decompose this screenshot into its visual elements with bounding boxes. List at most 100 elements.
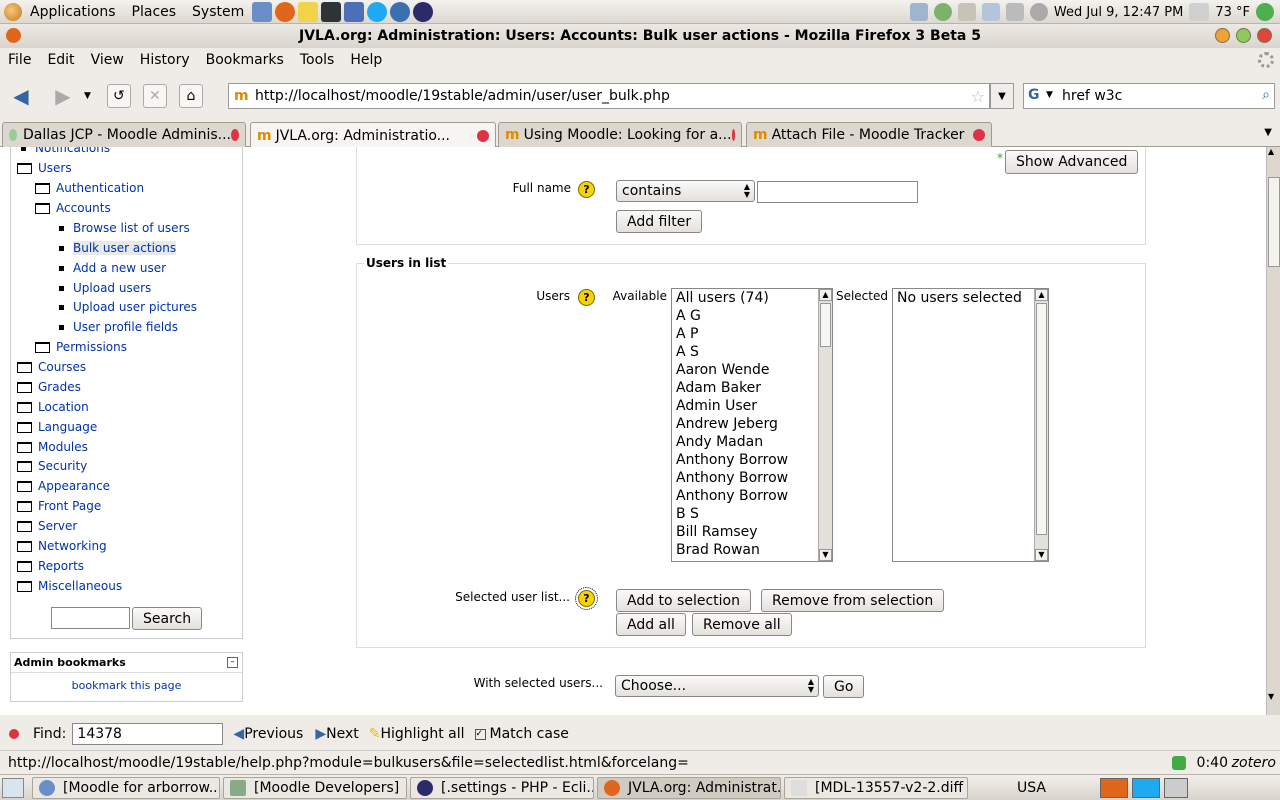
- bookmark-star-icon[interactable]: ☆: [971, 87, 985, 106]
- help-icon[interactable]: ?: [578, 289, 595, 306]
- search-go-icon[interactable]: ⌕: [1262, 87, 1270, 103]
- scroll-thumb[interactable]: [1036, 303, 1047, 535]
- firefox-window-icon[interactable]: [6, 28, 21, 43]
- list-item[interactable]: Andrew Jeberg: [672, 415, 832, 433]
- next-arrow-icon[interactable]: ▶: [315, 726, 326, 742]
- menu-tools[interactable]: Tools: [292, 52, 343, 68]
- task-moodle-developers[interactable]: [Moodle Developers]: [223, 776, 407, 799]
- sidebar-item-grades[interactable]: Grades: [17, 380, 81, 394]
- highlight-all-button[interactable]: Highlight all: [381, 726, 465, 742]
- sidebar-item-miscellaneous[interactable]: Miscellaneous: [17, 579, 122, 593]
- sidebar-item-add-new-user[interactable]: Add a new user: [59, 261, 166, 275]
- sidebar-item-permissions[interactable]: Permissions: [35, 340, 127, 354]
- skype-launcher-icon[interactable]: [367, 1, 388, 22]
- match-case-checkbox[interactable]: ✓: [474, 728, 486, 740]
- scroll-down-icon[interactable]: ▼: [819, 549, 832, 561]
- list-item[interactable]: A S: [672, 343, 832, 361]
- close-findbar-icon[interactable]: [9, 729, 19, 739]
- add-filter-button[interactable]: Add filter: [616, 210, 703, 233]
- reload-button[interactable]: ↺: [106, 84, 131, 108]
- help-icon[interactable]: ?: [578, 181, 595, 198]
- sidebar-item-upload-user-pictures[interactable]: Upload user pictures: [59, 300, 197, 314]
- list-item[interactable]: Adam Baker: [672, 379, 832, 397]
- match-case-label[interactable]: Match case: [490, 726, 569, 742]
- sidebar-item-accounts[interactable]: Accounts: [35, 201, 111, 215]
- tab-using-moodle[interactable]: m Using Moodle: Looking for a...: [498, 122, 742, 147]
- page-scroll-thumb[interactable]: [1268, 177, 1280, 267]
- sidebar-item-bulk-user-actions[interactable]: Bulk user actions: [59, 241, 177, 255]
- clock-applet-icon[interactable]: [909, 3, 928, 21]
- sidebar-item-server[interactable]: Server: [17, 519, 77, 533]
- sidebar-item-location[interactable]: Location: [17, 400, 89, 414]
- sidebar-item-networking[interactable]: Networking: [17, 539, 107, 553]
- url-text[interactable]: http://localhost/moodle/19stable/admin/u…: [255, 88, 670, 104]
- home-button[interactable]: ⌂: [178, 84, 203, 108]
- search-text[interactable]: href w3c: [1062, 88, 1122, 104]
- keyboard-layout[interactable]: USA: [1017, 780, 1046, 796]
- list-item[interactable]: Anthony Borrow: [672, 487, 832, 505]
- sidebar-item-browse-users[interactable]: Browse list of users: [59, 221, 190, 235]
- tab-close-icon[interactable]: [973, 129, 985, 141]
- add-all-button[interactable]: Add all: [616, 613, 686, 636]
- fullname-operator-select[interactable]: contains ▲ ▼: [616, 180, 755, 202]
- help-icon[interactable]: ?: [575, 587, 598, 610]
- task-diff-file[interactable]: [MDL-13557-v2-2.diff ...: [784, 776, 968, 799]
- tab-jvla-admin[interactable]: m JVLA.org: Administratio...: [250, 122, 496, 148]
- find-previous-button[interactable]: Previous: [244, 726, 303, 742]
- search-applet-icon[interactable]: [957, 3, 976, 21]
- scroll-up-icon[interactable]: ▲: [819, 289, 832, 301]
- text-editor-launcher-icon[interactable]: [298, 1, 319, 22]
- list-item[interactable]: B S: [672, 505, 832, 523]
- show-advanced-button[interactable]: Show Advanced: [1005, 150, 1139, 174]
- sidebar-item-notifications[interactable]: Notifications: [21, 147, 110, 155]
- url-dropdown-button[interactable]: ▼: [990, 83, 1014, 109]
- remove-from-selection-button[interactable]: Remove from selection: [761, 589, 945, 612]
- scroll-up-icon[interactable]: ▲: [1268, 147, 1274, 156]
- url-bar[interactable]: m http://localhost/moodle/19stable/admin…: [228, 83, 990, 109]
- temperature[interactable]: 73 °F: [1215, 5, 1250, 20]
- minimize-icon[interactable]: [1215, 28, 1230, 43]
- applications-menu[interactable]: Applications: [22, 4, 124, 20]
- status-timer[interactable]: 0:40: [1197, 755, 1228, 771]
- sidebar-item-reports[interactable]: Reports: [17, 559, 84, 573]
- remove-all-button[interactable]: Remove all: [692, 613, 792, 636]
- tab-close-icon[interactable]: [477, 129, 489, 142]
- previous-arrow-icon[interactable]: ◀: [233, 726, 244, 742]
- menu-history[interactable]: History: [132, 52, 198, 68]
- scroll-down-icon[interactable]: ▼: [1268, 692, 1274, 701]
- menu-edit[interactable]: Edit: [39, 52, 82, 68]
- firefox-launcher-icon[interactable]: [275, 1, 296, 22]
- admin-search-input[interactable]: [51, 607, 130, 629]
- sidebar-item-users[interactable]: Users: [17, 161, 72, 175]
- network-applet-icon[interactable]: [981, 3, 1000, 21]
- list-item[interactable]: Andy Madan: [672, 433, 832, 451]
- add-to-selection-button[interactable]: Add to selection: [616, 589, 751, 612]
- sidebar-item-front-page[interactable]: Front Page: [17, 499, 101, 513]
- list-item[interactable]: Bill Ramsey: [672, 523, 832, 541]
- find-next-button[interactable]: Next: [326, 726, 359, 742]
- maximize-icon[interactable]: [1236, 28, 1251, 43]
- list-item[interactable]: A G: [672, 307, 832, 325]
- list-item[interactable]: Anthony Borrow: [672, 451, 832, 469]
- close-window-icon[interactable]: [1257, 28, 1272, 43]
- terminal-launcher-icon[interactable]: [321, 1, 342, 22]
- admin-search-button[interactable]: Search: [132, 607, 203, 630]
- list-item[interactable]: No users selected: [893, 289, 1048, 307]
- trash-icon[interactable]: [1163, 777, 1188, 798]
- network-launcher-icon[interactable]: [252, 1, 273, 22]
- sidebar-item-modules[interactable]: Modules: [17, 440, 88, 454]
- tab-list-dropdown-icon[interactable]: ▼: [1264, 127, 1272, 138]
- selected-list-scrollbar[interactable]: ▲ ▼: [1034, 289, 1048, 561]
- list-item[interactable]: A P: [672, 325, 832, 343]
- sidebar-item-upload-users[interactable]: Upload users: [59, 281, 151, 295]
- tab-dallas-jcp[interactable]: Dallas JCP - Moodle Adminis...: [2, 122, 246, 147]
- forward-button[interactable]: ▶: [48, 81, 78, 111]
- collapse-icon[interactable]: –: [227, 657, 238, 668]
- tab-close-icon[interactable]: [731, 129, 735, 141]
- thunderbird-launcher-icon[interactable]: [390, 1, 411, 22]
- logout-runner-icon[interactable]: [1256, 3, 1274, 21]
- available-list-scrollbar[interactable]: ▲ ▼: [818, 289, 832, 561]
- skype-tray-icon[interactable]: [1131, 777, 1160, 798]
- highlight-icon[interactable]: ✎: [369, 726, 381, 742]
- gnome-foot-icon[interactable]: [4, 2, 22, 21]
